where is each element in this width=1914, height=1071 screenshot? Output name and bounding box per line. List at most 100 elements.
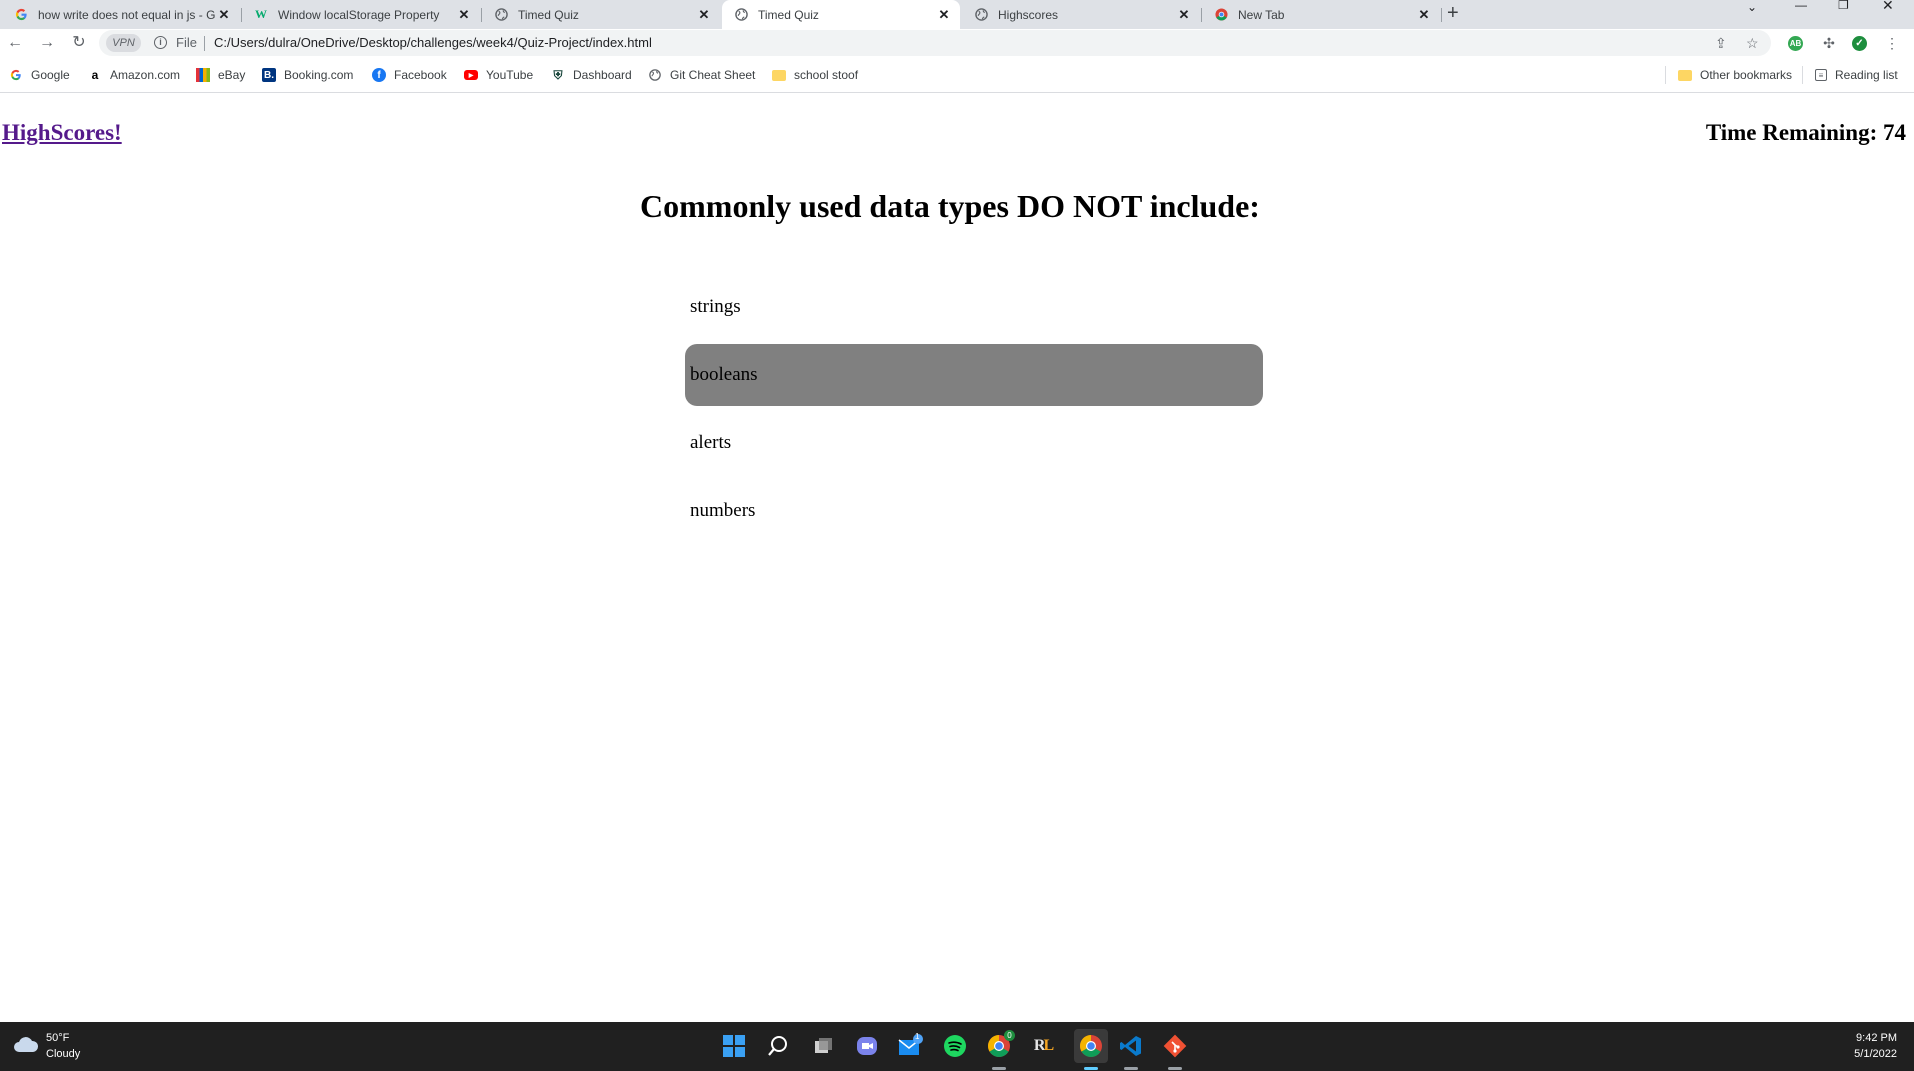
timer-value: 74 <box>1883 120 1906 145</box>
bookmark-label: eBay <box>218 68 246 82</box>
clock-date[interactable]: 5/1/2022 <box>1854 1048 1897 1060</box>
tab-title: Timed Quiz <box>518 7 579 22</box>
minimize-icon[interactable]: — <box>1795 0 1807 12</box>
answer-option-hovered[interactable]: booleans <box>685 344 1263 406</box>
browser-menu-icon[interactable]: ⋮ <box>1881 33 1903 53</box>
info-icon[interactable]: i <box>154 36 167 49</box>
bookmark-ebay[interactable]: eBay <box>196 67 245 83</box>
tab-localstorage[interactable]: W Window localStorage Property ✕ <box>242 0 480 29</box>
bookmark-label: Amazon.com <box>110 68 181 82</box>
bookmark-booking[interactable]: B. Booking.com <box>262 67 353 83</box>
answer-list: strings booleans alerts numbers <box>685 276 1263 548</box>
reading-list-icon: ≡ <box>1815 69 1827 81</box>
weather-temperature[interactable]: 50°F <box>46 1032 69 1044</box>
bookmark-star-icon[interactable]: ☆ <box>1746 35 1759 52</box>
google-icon <box>14 8 28 22</box>
cloud-icon[interactable] <box>13 1037 39 1053</box>
tab-timed-quiz-active[interactable]: Timed Quiz ✕ <box>722 0 960 29</box>
globe-icon <box>648 68 662 82</box>
active-indicator <box>1084 1067 1098 1070</box>
window-close-icon[interactable]: ✕ <box>1882 0 1894 13</box>
tab-title: Highscores <box>998 7 1059 22</box>
bookmark-facebook[interactable]: f Facebook <box>372 67 447 83</box>
bookmark-label: Booking.com <box>284 68 354 82</box>
windows-taskbar: 50°F Cloudy 1 0 RL 9:42 PM 5/1/2022 <box>0 1022 1914 1071</box>
chrome-badge: 0 <box>1004 1030 1015 1041</box>
globe-icon <box>734 8 748 22</box>
mail-icon[interactable]: 1 <box>898 1032 924 1059</box>
forward-arrow-icon[interactable]: → <box>36 33 58 53</box>
tab-close-icon[interactable]: ✕ <box>936 7 952 23</box>
address-bar[interactable]: VPN i File C:/Users/dulra/OneDrive/Deskt… <box>99 30 1771 56</box>
reading-list-label: Reading list <box>1835 68 1898 82</box>
reading-list[interactable]: ≡ Reading list <box>1815 67 1898 83</box>
folder-icon <box>1678 69 1692 81</box>
question-title: Commonly used data types DO NOT include: <box>640 188 1260 224</box>
tab-new-tab[interactable]: New Tab ✕ <box>1202 0 1440 29</box>
vscode-icon[interactable] <box>1118 1033 1144 1059</box>
chrome-icon[interactable]: 0 <box>986 1030 1015 1059</box>
tab-title: Timed Quiz <box>758 7 819 22</box>
clock-time[interactable]: 9:42 PM <box>1856 1032 1897 1044</box>
answer-option[interactable]: strings <box>685 276 1263 338</box>
booking-icon: B. <box>262 68 276 82</box>
bookmark-youtube[interactable]: ▶ YouTube <box>464 67 533 83</box>
bookmark-label: YouTube <box>486 68 534 82</box>
answer-option[interactable]: numbers <box>685 480 1263 542</box>
chrome-icon <box>1214 8 1228 22</box>
git-icon[interactable] <box>1162 1033 1188 1059</box>
omnibox-divider <box>204 36 205 51</box>
spotify-icon[interactable] <box>942 1033 968 1059</box>
adblock-icon[interactable]: AB <box>1788 36 1803 51</box>
restore-icon[interactable]: ❐ <box>1838 0 1849 12</box>
rocket-league-icon[interactable]: RL <box>1030 1033 1056 1059</box>
globe-icon <box>494 8 508 22</box>
google-icon <box>9 68 23 82</box>
tab-strip: how write does not equal in js - G ✕ W W… <box>0 0 1914 29</box>
tab-highscores[interactable]: Highscores ✕ <box>962 0 1200 29</box>
windows-start-icon[interactable] <box>721 1033 747 1059</box>
bookmark-label: Dashboard <box>573 68 632 82</box>
tab-close-icon[interactable]: ✕ <box>456 7 472 23</box>
other-bookmarks-label: Other bookmarks <box>1700 68 1793 82</box>
quiz-page: HighScores! Time Remaining: 74 Commonly … <box>0 94 1914 1022</box>
browser-toolbar: ← → ↻ VPN i File C:/Users/dulra/OneDrive… <box>0 29 1914 57</box>
tab-title: how write does not equal in js - G <box>38 7 216 22</box>
tab-close-icon[interactable]: ✕ <box>696 7 712 23</box>
bookmarks-divider <box>1665 66 1666 84</box>
vpn-badge[interactable]: VPN <box>106 34 141 52</box>
tab-title: Window localStorage Property <box>278 7 440 22</box>
teams-chat-icon[interactable] <box>854 1033 880 1059</box>
reload-icon[interactable]: ↻ <box>68 33 90 53</box>
tab-google-search[interactable]: how write does not equal in js - G ✕ <box>2 0 240 29</box>
mail-badge: 1 <box>915 1032 920 1041</box>
other-bookmarks[interactable]: Other bookmarks <box>1678 67 1792 83</box>
tab-search-chevron-icon[interactable]: ⌄ <box>1747 0 1757 14</box>
url-text[interactable]: C:/Users/dulra/OneDrive/Desktop/challeng… <box>214 35 652 50</box>
answer-option[interactable]: alerts <box>685 412 1263 474</box>
back-arrow-icon[interactable]: ← <box>4 33 26 53</box>
search-icon[interactable] <box>765 1033 791 1059</box>
chrome-active-icon[interactable] <box>1074 1029 1108 1063</box>
extensions-puzzle-icon[interactable]: ✣ <box>1818 33 1840 53</box>
bookmark-dashboard[interactable]: ⛨ Dashboard <box>551 67 632 83</box>
bookmark-google[interactable]: Google <box>9 67 70 83</box>
bookmark-folder-school-stoof[interactable]: school stoof <box>772 67 858 83</box>
new-tab-button[interactable]: + <box>1447 2 1459 25</box>
task-view-icon[interactable] <box>810 1033 836 1059</box>
tab-close-icon[interactable]: ✕ <box>1176 7 1192 23</box>
bookmark-label: Git Cheat Sheet <box>670 68 756 82</box>
share-icon[interactable]: ⇪ <box>1715 35 1727 52</box>
tab-close-icon[interactable]: ✕ <box>216 7 232 23</box>
shield-check-icon[interactable]: ✓ <box>1852 36 1867 51</box>
tab-timed-quiz-1[interactable]: Timed Quiz ✕ <box>482 0 720 29</box>
scheme-label: File <box>176 35 197 50</box>
bookmark-git-cheat-sheet[interactable]: Git Cheat Sheet <box>648 67 755 83</box>
highscores-link[interactable]: HighScores! <box>2 120 122 146</box>
tab-title: New Tab <box>1238 7 1285 22</box>
bookmark-amazon[interactable]: a Amazon.com <box>88 67 180 83</box>
tab-close-icon[interactable]: ✕ <box>1416 7 1432 23</box>
bookmarks-bar: Google a Amazon.com eBay B. Booking.com … <box>0 57 1914 93</box>
weather-description[interactable]: Cloudy <box>46 1048 80 1060</box>
globe-icon <box>974 8 988 22</box>
